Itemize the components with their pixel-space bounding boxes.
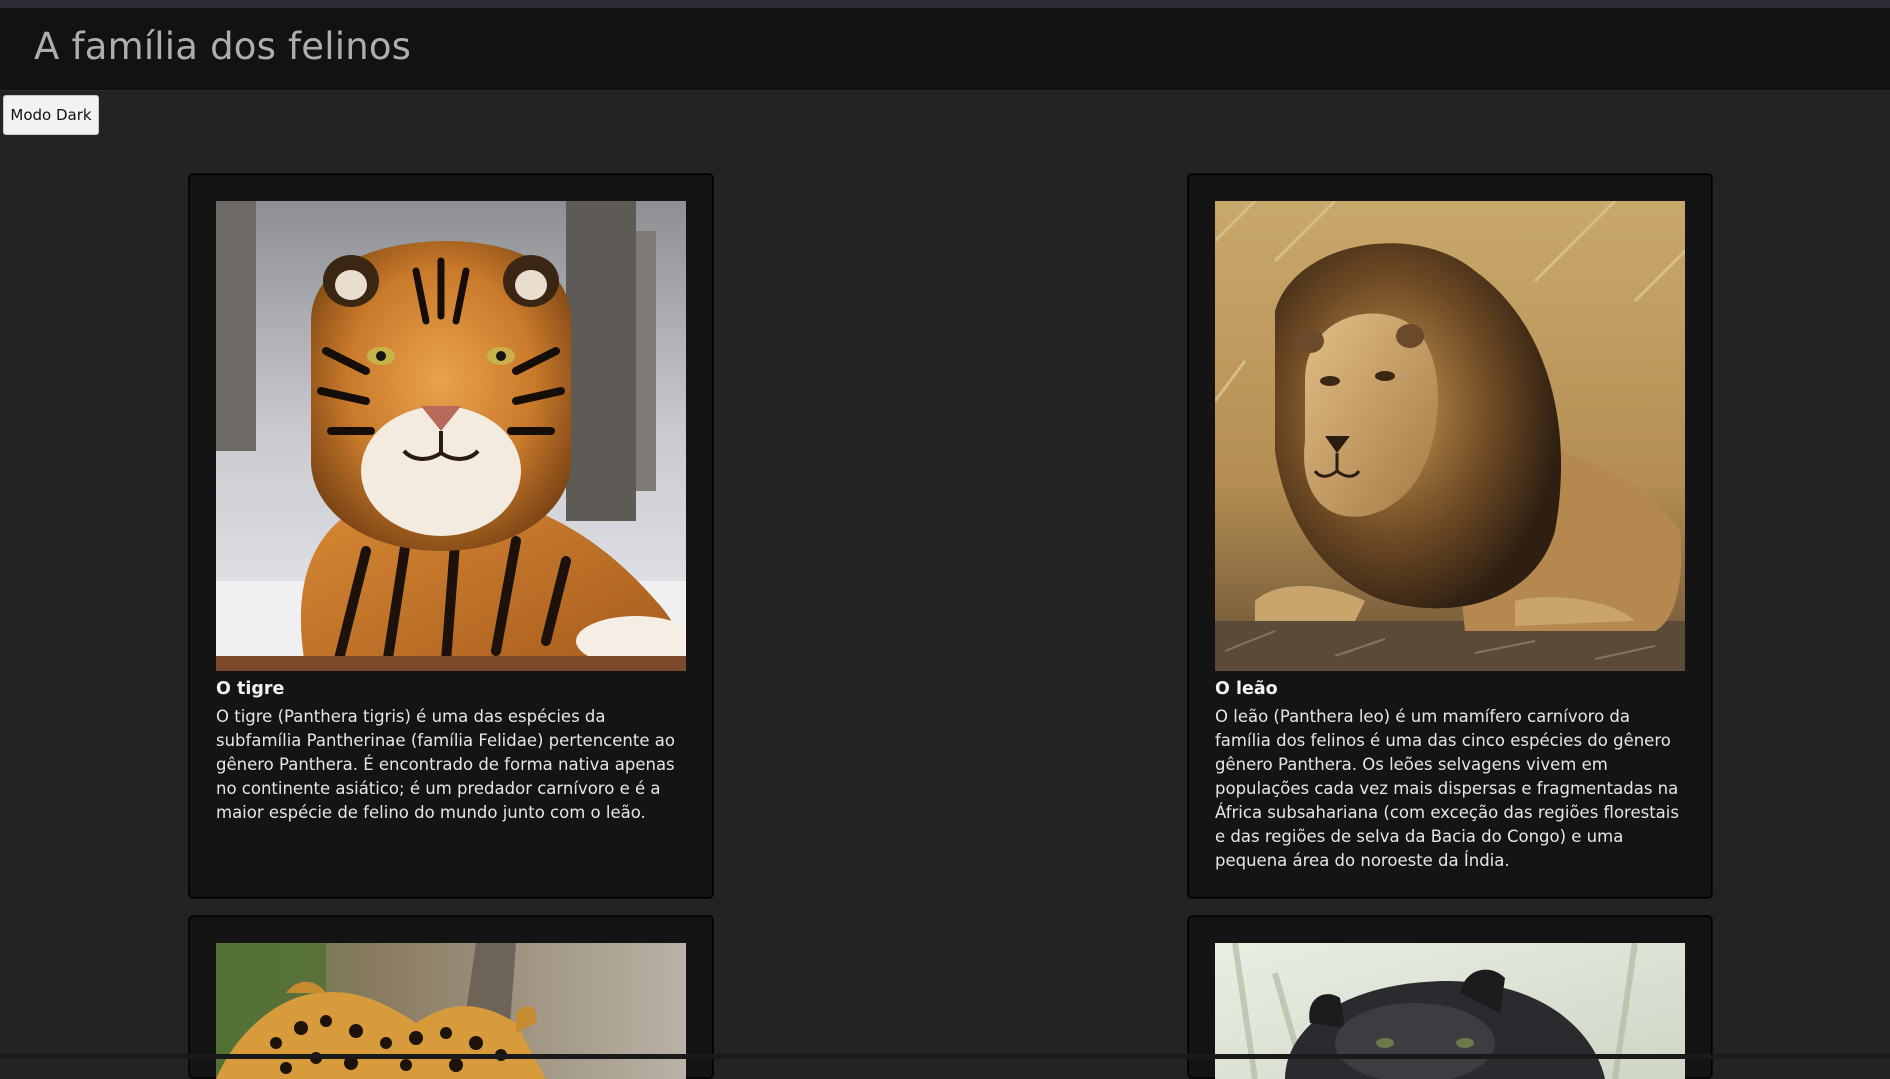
card-lion: O leão O leão (Panthera leo) é um mamífe… xyxy=(1188,174,1712,898)
card-text-lion: O leão (Panthera leo) é um mamífero carn… xyxy=(1215,707,1679,870)
dark-mode-button[interactable]: Modo Dark xyxy=(3,95,99,135)
card-text-tiger: O tigre (Panthera tigris) é uma das espé… xyxy=(216,707,675,822)
lion-photo xyxy=(1215,201,1685,671)
card-tiger: O tigre O tigre (Panthera tigris) é uma … xyxy=(189,174,713,898)
page-title: A família dos felinos xyxy=(34,25,412,68)
card-title-tiger: O tigre xyxy=(216,679,285,699)
tiger-photo xyxy=(216,201,686,671)
page-header: A família dos felinos xyxy=(0,8,1890,91)
bottom-scrollbar-track xyxy=(0,1054,1890,1059)
card-title-lion: O leão xyxy=(1215,679,1278,699)
